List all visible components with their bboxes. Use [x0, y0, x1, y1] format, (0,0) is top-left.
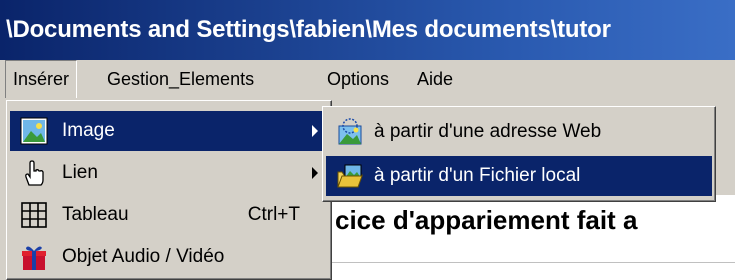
- menu-item-tableau[interactable]: Tableau Ctrl+T: [10, 195, 328, 235]
- submenu-item-label: à partir d'une adresse Web: [374, 121, 602, 142]
- menu-item-image[interactable]: Image: [10, 111, 328, 151]
- menu-item-lien[interactable]: Lien: [10, 153, 328, 193]
- menu-inserer[interactable]: Insérer: [5, 60, 78, 98]
- menu-options[interactable]: Options: [320, 60, 396, 98]
- menu-item-objet-audio-video[interactable]: Objet Audio / Vidéo: [10, 237, 328, 277]
- window-title: \Documents and Settings\fabien\Mes docum…: [6, 16, 611, 43]
- menu-item-label: Objet Audio / Vidéo: [62, 246, 225, 267]
- submenu-arrow-icon: [312, 167, 318, 179]
- folder-image-icon: [337, 164, 363, 188]
- submenu-item-label: à partir d'un Fichier local: [374, 165, 581, 186]
- menu-aide[interactable]: Aide: [410, 60, 460, 98]
- menu-gestion-elements[interactable]: Gestion_Elements: [100, 60, 261, 98]
- submenu-item-local-file[interactable]: à partir d'un Fichier local: [326, 156, 712, 196]
- gift-box-icon: [22, 246, 46, 270]
- menu-item-label: Image: [62, 120, 115, 141]
- insert-menu: Image Lien Tableau Ctrl+T Objet Audio / …: [6, 100, 332, 280]
- window-title-bar: \Documents and Settings\fabien\Mes docum…: [0, 0, 735, 60]
- document-divider: [320, 262, 735, 263]
- menu-item-label: Lien: [62, 162, 98, 183]
- submenu-arrow-icon: [312, 125, 318, 137]
- image-icon: [20, 117, 48, 145]
- submenu-item-web[interactable]: à partir d'une adresse Web: [326, 112, 712, 152]
- shortcut-label: Ctrl+T: [247, 204, 300, 225]
- web-image-icon: [338, 118, 362, 145]
- link-hand-icon: [25, 160, 44, 186]
- table-grid-icon: [21, 202, 47, 228]
- menu-item-label: Tableau: [62, 204, 129, 225]
- image-submenu: à partir d'une adresse Web à partir d'un…: [322, 106, 716, 202]
- menu-bar: Insérer Gestion_Elements Options Aide: [0, 60, 735, 101]
- document-text: cice d'appariement fait a: [335, 205, 638, 235]
